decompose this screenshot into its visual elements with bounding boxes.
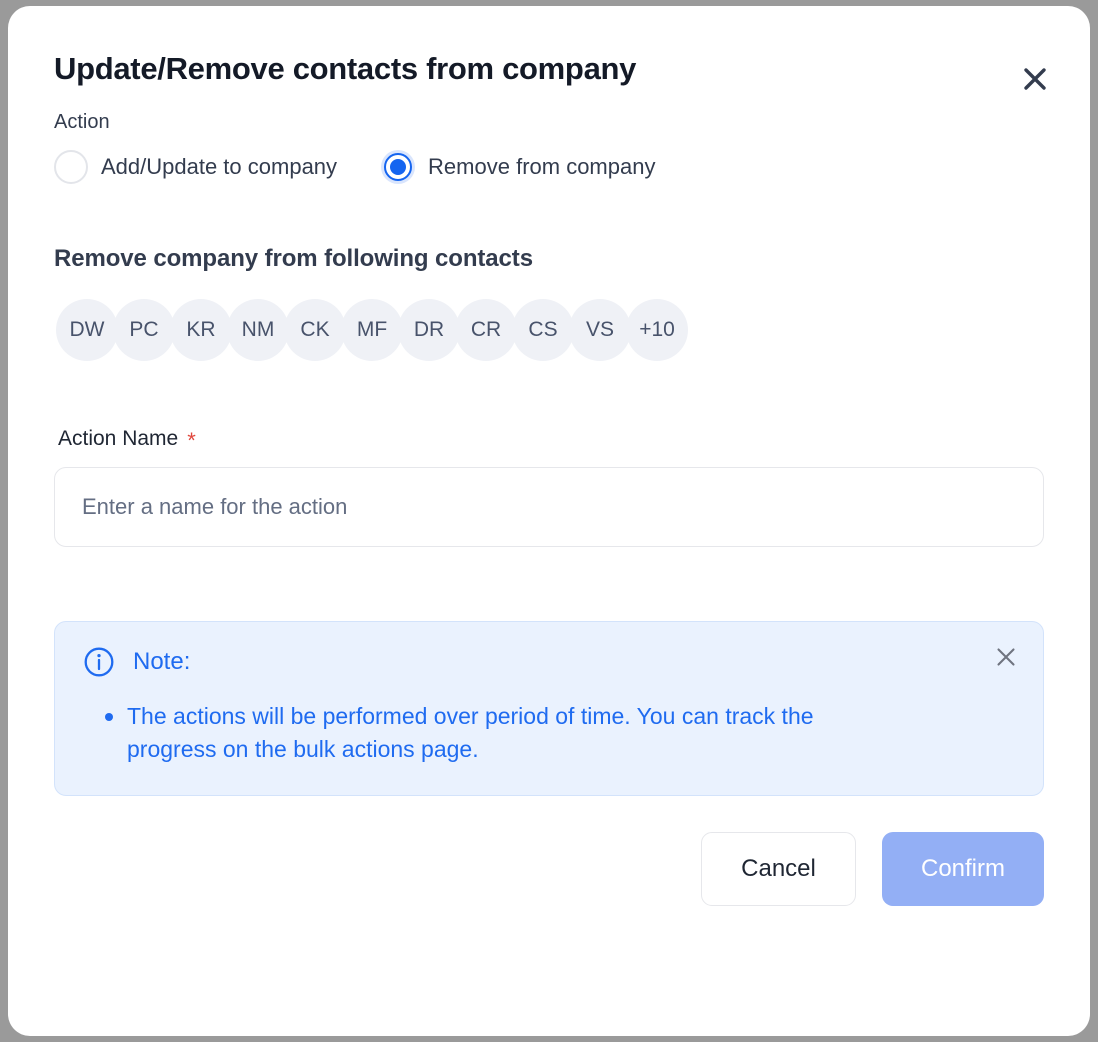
avatar[interactable]: KR (170, 299, 232, 362)
radio-indicator-unselected[interactable] (54, 150, 88, 185)
avatar-overflow-label: +10 (639, 318, 675, 342)
avatar-initials: CR (470, 318, 502, 342)
contacts-avatar-stack: DW PC KR NM CK MF DR CR CS VS +10 (54, 299, 1044, 362)
note-banner: Note: The actions will be performed over… (54, 621, 1044, 796)
avatar-initials: NM (241, 318, 275, 342)
radio-indicator-selected[interactable] (381, 150, 416, 185)
info-circle-icon (84, 647, 114, 677)
action-name-label: Action Name * (54, 425, 1044, 454)
avatar-initials: VS (585, 318, 614, 342)
page-title: Update/Remove contacts from company (54, 51, 637, 86)
radio-label-remove: Remove from company (428, 154, 656, 180)
close-dialog-button[interactable] (1018, 62, 1052, 96)
avatar[interactable]: DR (398, 299, 460, 362)
radio-label-add-update: Add/Update to company (101, 154, 338, 180)
avatar[interactable]: VS (569, 299, 631, 362)
bulk-action-dialog: Update/Remove contacts from company Acti… (8, 6, 1090, 1036)
close-icon (1024, 68, 1046, 90)
avatar[interactable]: PC (113, 299, 175, 362)
contacts-section-heading: Remove company from following contacts (54, 245, 533, 273)
action-name-input[interactable] (54, 467, 1044, 548)
avatar-overflow-count[interactable]: +10 (626, 299, 688, 362)
dialog-footer: Cancel Confirm (8, 831, 1090, 906)
avatar-initials: MF (356, 318, 388, 342)
dialog-header: Update/Remove contacts from company (8, 6, 1090, 90)
avatar[interactable]: CS (512, 299, 574, 362)
avatar-initials: DR (413, 318, 445, 342)
avatar-initials: CK (300, 318, 330, 342)
avatar[interactable]: CK (284, 299, 346, 362)
required-asterisk: * (187, 428, 196, 454)
list-item: The actions will be performed over perio… (105, 700, 867, 767)
confirm-button[interactable]: Confirm (882, 831, 1044, 906)
action-radio-group: Add/Update to company Remove from compan… (54, 150, 1044, 185)
dismiss-note-button[interactable] (991, 642, 1021, 672)
action-label: Action (54, 111, 110, 134)
cancel-button[interactable]: Cancel (701, 831, 856, 906)
action-name-label-text: Action Name (58, 427, 179, 451)
dialog-body: Action Add/Update to company Remove from… (8, 110, 1090, 796)
avatar-initials: DW (69, 318, 105, 342)
note-header: Note: (83, 646, 1015, 678)
avatar-initials: CS (528, 318, 558, 342)
avatar-initials: PC (129, 318, 159, 342)
avatar[interactable]: MF (341, 299, 403, 362)
avatar[interactable]: DW (56, 299, 118, 362)
note-item-list: The actions will be performed over perio… (83, 700, 1015, 767)
radio-option-add-update[interactable]: Add/Update to company (54, 150, 338, 185)
avatar[interactable]: CR (455, 299, 517, 362)
close-icon (997, 648, 1015, 666)
note-title: Note: (133, 648, 191, 676)
avatar[interactable]: NM (227, 299, 289, 362)
radio-option-remove[interactable]: Remove from company (381, 150, 656, 185)
avatar-initials: KR (186, 318, 216, 342)
